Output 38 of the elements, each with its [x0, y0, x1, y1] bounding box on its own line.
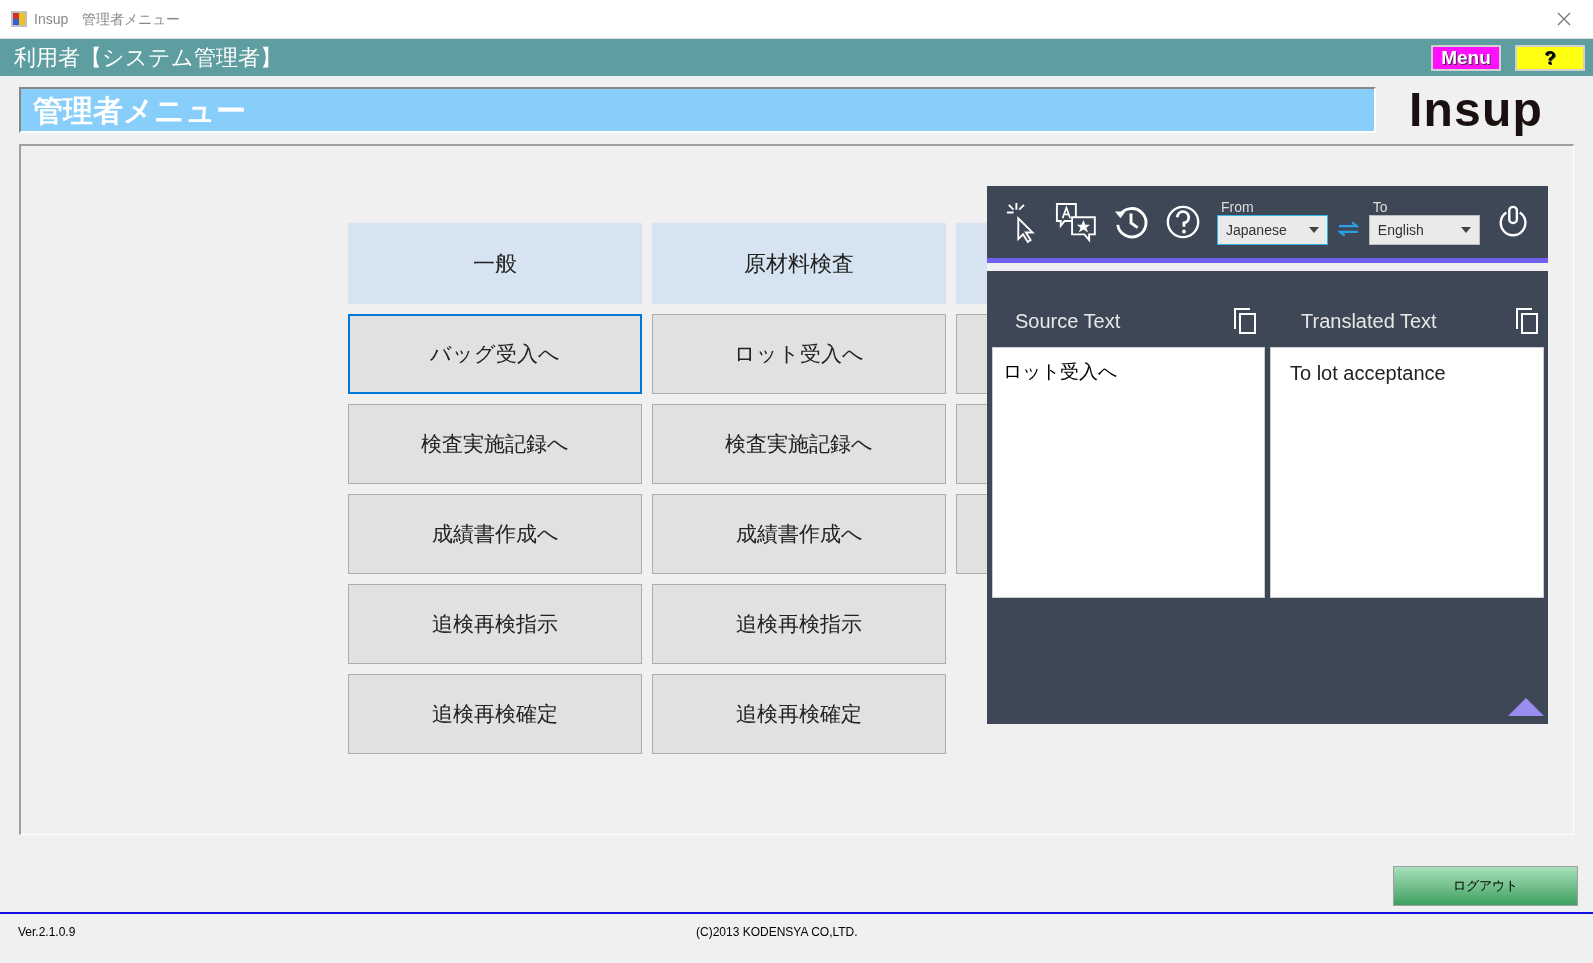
logout-button[interactable]: ログアウト	[1393, 866, 1578, 906]
close-icon[interactable]	[1557, 12, 1571, 26]
caret-icon	[1460, 227, 1471, 233]
menu-button[interactable]: 成績書作成へ	[652, 494, 946, 574]
swap-icon[interactable]	[1338, 221, 1359, 237]
menu-button[interactable]: ロット受入へ	[652, 314, 946, 394]
from-dropdown[interactable]: Japanese	[1217, 215, 1328, 245]
help-icon[interactable]	[1164, 203, 1201, 241]
to-dropdown[interactable]: English	[1368, 215, 1480, 245]
column-header: 原材料検査	[652, 223, 946, 304]
menu-button[interactable]: 成績書作成へ	[348, 494, 642, 574]
window-title: Insup 管理者メニュー	[34, 9, 181, 29]
collapse-icon[interactable]	[1508, 698, 1544, 716]
menu-button[interactable]: 追検再検指示	[652, 584, 946, 664]
translated-text-box[interactable]: To lot acceptance	[1270, 347, 1544, 598]
menu-button[interactable]: 検査実施記録へ	[652, 404, 946, 484]
version-label: Ver.2.1.0.9	[18, 924, 76, 941]
menu-button[interactable]: 追検再検確定	[348, 674, 642, 754]
caret-icon	[1309, 227, 1319, 233]
copy-icon[interactable]	[1233, 307, 1257, 335]
translate-icon[interactable]	[1055, 201, 1097, 243]
to-label: To	[1372, 199, 1389, 215]
column-header: 一般	[348, 223, 642, 304]
help-button[interactable]: ?	[1515, 44, 1585, 71]
source-text-box[interactable]: ロット受入へ	[992, 347, 1265, 598]
logo: Insup	[1409, 82, 1543, 138]
app-icon	[10, 10, 28, 28]
menu-button[interactable]: バッグ受入へ	[348, 314, 642, 394]
translated-title: Translated Text	[1301, 309, 1437, 334]
copyright-label: (C)2013 KODENSYA CO,LTD.	[696, 924, 858, 941]
source-title: Source Text	[1015, 309, 1121, 334]
menu-button[interactable]: 検査実施記録へ	[348, 404, 642, 484]
user-label: 利用者【システム管理者】	[14, 44, 282, 72]
heading-bar: 管理者メニュー	[19, 87, 1376, 133]
from-label: From	[1221, 199, 1255, 215]
menu-button[interactable]: 追検再検確定	[652, 674, 946, 754]
copy-icon[interactable]	[1515, 307, 1539, 335]
menu-button[interactable]: 追検再検指示	[348, 584, 642, 664]
